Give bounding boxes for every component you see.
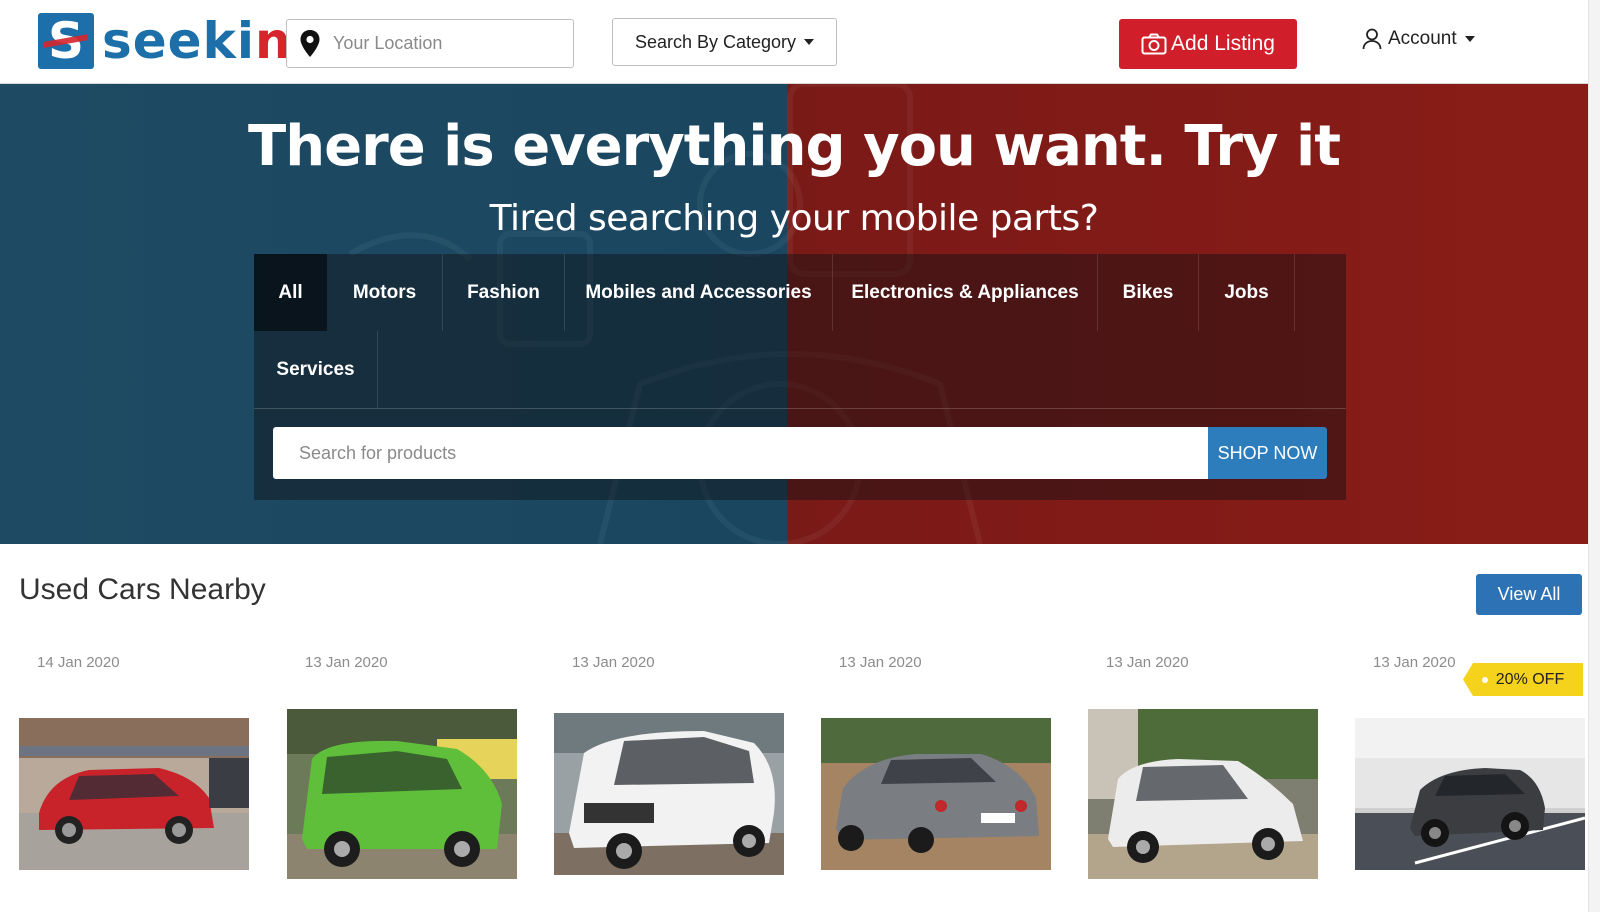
listing-date: 13 Jan 2020	[839, 654, 922, 671]
top-navbar: S seekin Search By Category Add Listing …	[0, 0, 1600, 84]
tab-label: All	[278, 281, 303, 303]
tab-label: Services	[276, 358, 355, 380]
location-input[interactable]	[333, 33, 563, 54]
account-label: Account	[1388, 28, 1457, 49]
add-listing-label: Add Listing	[1171, 32, 1275, 55]
tab-all[interactable]: All	[254, 254, 327, 331]
listing-date: 13 Jan 2020	[1106, 654, 1189, 671]
panel-divider	[254, 408, 1346, 409]
logo-text: seeki	[102, 12, 255, 70]
product-search-bar: SHOP NOW	[273, 427, 1327, 479]
location-pin-icon	[287, 20, 333, 67]
listing-card[interactable]: 14 Jan 2020	[19, 640, 249, 912]
account-menu[interactable]: Account	[1362, 24, 1475, 54]
listing-date: 13 Jan 2020	[572, 654, 655, 671]
view-all-label: View All	[1497, 584, 1561, 604]
tab-label: Jobs	[1224, 281, 1269, 303]
search-panel: All Motors Fashion Mobiles and Accessori…	[254, 254, 1346, 500]
shop-now-button[interactable]: SHOP NOW	[1208, 427, 1327, 479]
badge-dot-icon	[1481, 676, 1488, 683]
chevron-down-icon	[1464, 36, 1475, 42]
discount-badge: 20% OFF	[1463, 663, 1583, 696]
hero-banner: There is everything you want. Try it Tir…	[0, 84, 1588, 544]
logo-mark-icon: S	[38, 13, 94, 69]
tab-label: Motors	[352, 281, 417, 303]
tab-fashion[interactable]: Fashion	[443, 254, 565, 331]
listing-card[interactable]: 13 Jan 2020	[287, 640, 517, 912]
car-photo[interactable]	[1088, 709, 1318, 879]
chevron-down-icon	[804, 39, 815, 45]
tab-label: Fashion	[467, 281, 540, 303]
tab-bikes[interactable]: Bikes	[1098, 254, 1199, 331]
location-field[interactable]	[286, 19, 574, 68]
car-photo[interactable]	[287, 709, 517, 879]
tab-jobs[interactable]: Jobs	[1199, 254, 1295, 331]
tab-label: Electronics & Appliances	[851, 281, 1079, 303]
tab-services[interactable]: Services	[254, 331, 378, 408]
listing-card[interactable]: 13 Jan 2020	[821, 640, 1051, 912]
listing-card[interactable]: 13 Jan 2020	[554, 640, 784, 912]
listing-date: 14 Jan 2020	[37, 654, 120, 671]
hero-title: There is everything you want. Try it	[248, 114, 1341, 179]
tab-label: Mobiles and Accessories	[585, 281, 812, 303]
product-search-input[interactable]	[273, 427, 1208, 479]
tab-motors[interactable]: Motors	[327, 254, 443, 331]
site-logo[interactable]: S seekin	[38, 12, 292, 70]
view-all-button[interactable]: View All	[1476, 574, 1582, 615]
tab-electronics-appliances[interactable]: Electronics & Appliances	[833, 254, 1098, 331]
tab-mobiles-and-accessories[interactable]: Mobiles and Accessories	[565, 254, 833, 331]
user-icon	[1362, 28, 1382, 50]
shop-now-label: SHOP NOW	[1217, 442, 1318, 463]
page-scrollbar[interactable]	[1588, 0, 1600, 912]
car-photo[interactable]	[19, 718, 249, 870]
category-dropdown[interactable]: Search By Category	[612, 18, 837, 66]
listing-date: 13 Jan 2020	[1373, 654, 1456, 671]
category-dropdown-label: Search By Category	[634, 31, 797, 52]
add-listing-button[interactable]: Add Listing	[1119, 19, 1297, 69]
camera-icon	[1141, 33, 1167, 55]
hero-subtitle: Tired searching your mobile parts?	[489, 198, 1099, 239]
listing-card[interactable]: 13 Jan 2020	[1088, 640, 1318, 912]
discount-badge-label: 20% OFF	[1495, 670, 1565, 688]
car-photo[interactable]	[821, 718, 1051, 870]
car-photo[interactable]	[554, 713, 784, 875]
tab-label: Bikes	[1122, 281, 1174, 303]
section-title: Used Cars Nearby	[19, 573, 266, 606]
car-photo[interactable]	[1355, 718, 1585, 870]
category-tabs: All Motors Fashion Mobiles and Accessori…	[254, 254, 1346, 408]
listing-date: 13 Jan 2020	[305, 654, 388, 671]
